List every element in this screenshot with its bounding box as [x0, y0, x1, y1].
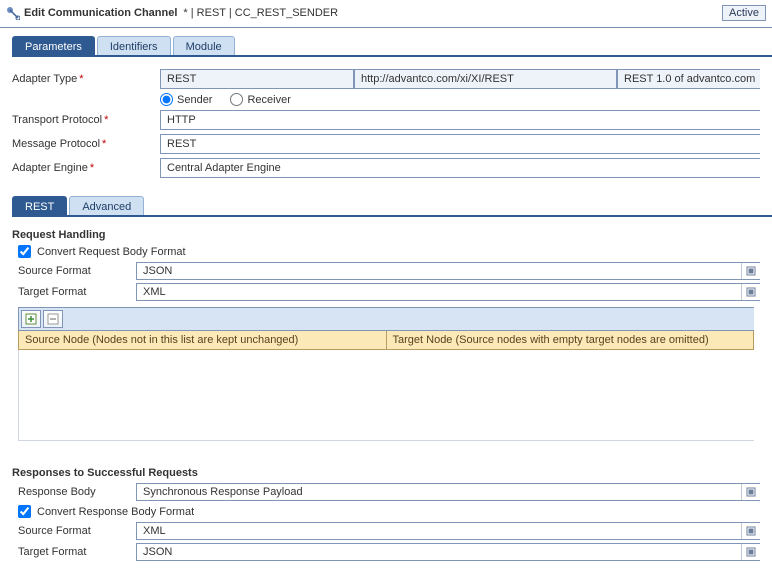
tab-module[interactable]: Module: [173, 36, 235, 57]
checkbox-convert-response[interactable]: [18, 505, 31, 518]
transport-protocol-field[interactable]: HTTP: [160, 110, 760, 130]
col-target-node: Target Node (Source nodes with empty tar…: [387, 331, 755, 350]
mapping-grid-header: Source Node (Nodes not in this list are …: [18, 331, 754, 350]
label-message-protocol: Message Protocol*: [12, 138, 160, 150]
response-source-format-select[interactable]: XML: [136, 522, 760, 540]
tab-label: Identifiers: [110, 41, 158, 53]
checkbox-label: Convert Request Body Format: [37, 246, 186, 258]
dropdown-icon: [741, 523, 760, 539]
radio-label: Receiver: [247, 94, 290, 106]
mapping-grid-body[interactable]: [18, 350, 754, 441]
request-target-format-select[interactable]: XML: [136, 283, 760, 301]
checkbox-convert-request[interactable]: [18, 245, 31, 258]
radio-label: Sender: [177, 94, 212, 106]
tab-parameters[interactable]: Parameters: [12, 36, 95, 57]
label-response-target-format: Target Format: [18, 546, 136, 558]
adapter-version: REST 1.0 of advantco.com: [617, 69, 760, 89]
dropdown-icon: [741, 263, 760, 279]
label-adapter-engine: Adapter Engine*: [12, 162, 160, 174]
radio-sender[interactable]: Sender: [160, 93, 212, 106]
tab-identifiers[interactable]: Identifiers: [97, 36, 171, 57]
tab-label: Advanced: [82, 201, 131, 213]
title-bar: Edit Communication Channel * | REST | CC…: [0, 0, 772, 28]
sub-tabstrip: REST Advanced: [0, 190, 772, 217]
select-value: XML: [137, 523, 741, 539]
label-source-format: Source Format: [18, 265, 136, 277]
response-target-format-select[interactable]: JSON: [136, 543, 760, 561]
group-responses: Responses to Successful Requests: [12, 467, 760, 479]
remove-row-button[interactable]: [43, 310, 63, 328]
dropdown-icon: [741, 544, 760, 560]
app-icon: [6, 6, 20, 20]
status-badge: Active: [722, 5, 766, 21]
subtab-advanced[interactable]: Advanced: [69, 196, 144, 217]
dropdown-icon: [741, 284, 760, 300]
label-target-format: Target Format: [18, 286, 136, 298]
subtab-rest[interactable]: REST: [12, 196, 67, 217]
tab-label: REST: [25, 201, 54, 213]
group-request-handling: Request Handling: [12, 229, 760, 241]
select-value: JSON: [137, 263, 741, 279]
label-response-source-format: Source Format: [18, 525, 136, 537]
checkbox-label: Convert Response Body Format: [37, 506, 194, 518]
response-body-select[interactable]: Synchronous Response Payload: [136, 483, 760, 501]
label-adapter-type: Adapter Type*: [12, 73, 160, 85]
adapter-type-field[interactable]: REST http://advantco.com/xi/XI/REST REST…: [160, 69, 760, 89]
select-value: Synchronous Response Payload: [137, 484, 741, 500]
label-response-body: Response Body: [18, 486, 136, 498]
add-row-button[interactable]: [21, 310, 41, 328]
col-source-node: Source Node (Nodes not in this list are …: [18, 331, 387, 350]
adapter-engine-field[interactable]: Central Adapter Engine: [160, 158, 760, 178]
radio-receiver[interactable]: Receiver: [230, 93, 290, 106]
request-source-format-select[interactable]: JSON: [136, 262, 760, 280]
tab-label: Module: [186, 41, 222, 53]
dropdown-icon: [741, 484, 760, 500]
breadcrumb: * | REST | CC_REST_SENDER: [183, 7, 338, 19]
tab-label: Parameters: [25, 41, 82, 53]
main-tabstrip: Parameters Identifiers Module: [0, 28, 772, 57]
adapter-name: REST: [160, 69, 354, 89]
adapter-namespace: http://advantco.com/xi/XI/REST: [354, 69, 617, 89]
select-value: XML: [137, 284, 741, 300]
label-transport-protocol: Transport Protocol*: [12, 114, 160, 126]
mapping-toolbar: [18, 307, 754, 331]
window-title: Edit Communication Channel: [24, 7, 177, 19]
message-protocol-field[interactable]: REST: [160, 134, 760, 154]
select-value: JSON: [137, 544, 741, 560]
